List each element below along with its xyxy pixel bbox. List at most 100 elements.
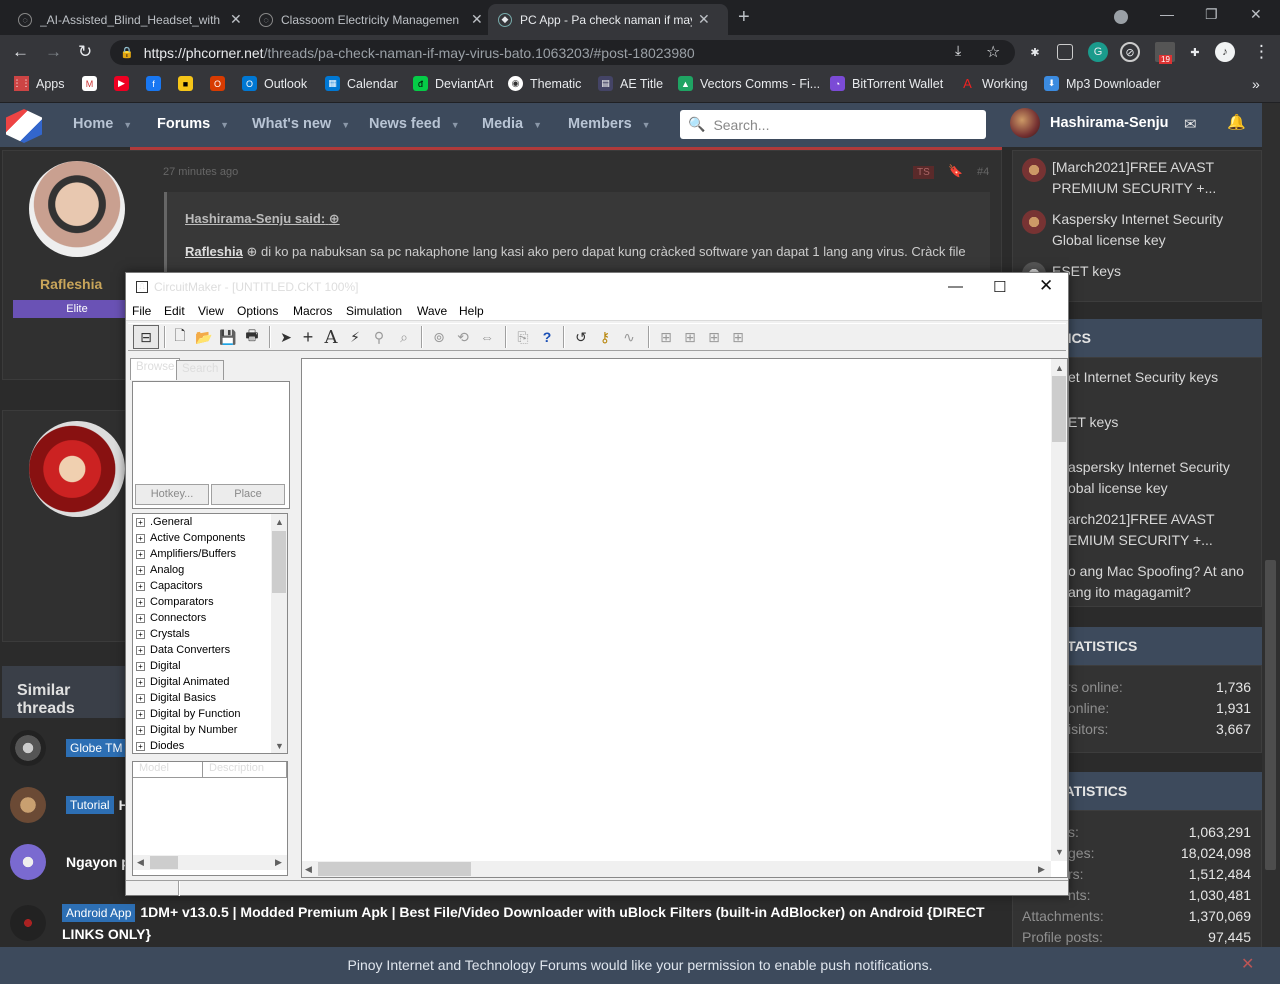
list-item[interactable] <box>10 905 66 941</box>
bookmark-ae-title[interactable]: ▤ AE Title <box>598 76 663 91</box>
expand-plus-icon[interactable]: + <box>136 629 145 639</box>
tree-item[interactable]: + Digital by Number <box>136 724 237 736</box>
layout-4-icon[interactable]: ⊞ <box>728 327 748 347</box>
bookmark-calendar[interactable]: ▦ Calendar <box>325 76 398 91</box>
menu-simulation[interactable]: Simulation <box>346 304 402 318</box>
new-tab-icon[interactable]: + <box>738 6 750 29</box>
column-header-model[interactable]: Model <box>133 762 203 778</box>
scroll-up-icon[interactable]: ▲ <box>1055 363 1064 373</box>
thread-tag[interactable]: Globe TM <box>66 739 127 757</box>
expand-plus-icon[interactable]: + <box>136 661 145 671</box>
tree-item[interactable]: + Connectors <box>136 612 206 624</box>
model-hscrollbar-thumb[interactable] <box>150 856 178 869</box>
waveform-icon[interactable]: ∿ <box>619 327 639 347</box>
address-bar[interactable]: 🔒 https://phcorner.net/threads/pa-check-… <box>110 40 1015 65</box>
probe-icon[interactable]: ⚡ <box>345 327 365 347</box>
list-item[interactable]: Globe TM <box>10 730 131 766</box>
tree-item[interactable]: + Digital <box>136 660 181 672</box>
tree-item[interactable]: + Diodes <box>136 740 184 752</box>
extension-grammarly-icon[interactable]: G <box>1088 42 1108 62</box>
bookmark-bittorrent[interactable]: ◔ BitTorrent Wallet <box>830 76 943 91</box>
quote-author[interactable]: Hashirama-Senju said: ⊕ <box>185 211 340 227</box>
close-tab-icon[interactable]: ✕ <box>230 11 242 28</box>
nav-whats-new[interactable]: What's new ▼ <box>252 116 350 132</box>
close-window-icon[interactable]: ✕ <box>1250 6 1262 23</box>
post-number[interactable]: #4 <box>977 166 989 178</box>
sidebar-thread-link[interactable]: et Internet Security keys <box>1068 367 1248 388</box>
tree-item[interactable]: + Digital Basics <box>136 692 216 704</box>
expand-plus-icon[interactable]: + <box>136 581 145 591</box>
open-folder-icon[interactable]: 📂 <box>194 327 214 347</box>
nav-news-feed[interactable]: News feed ▼ <box>369 116 460 132</box>
expand-plus-icon[interactable]: + <box>136 741 145 751</box>
sidebar-thread-link[interactable]: ESET keys <box>1052 261 1252 282</box>
rotate-icon[interactable]: ⟲ <box>453 327 473 347</box>
nav-members[interactable]: Members ▼ <box>568 116 651 132</box>
menu-help[interactable]: Help <box>459 304 484 318</box>
menu-options[interactable]: Options <box>237 304 278 318</box>
menu-kebab-icon[interactable]: ⋮ <box>1253 42 1270 62</box>
netlist-icon[interactable]: ⎘ <box>513 327 533 347</box>
bookmark-deviantart[interactable]: đ DeviantArt <box>413 76 493 91</box>
arrow-up-circle-icon[interactable]: ⊕ <box>329 211 340 226</box>
bookmark-facebook[interactable]: f <box>146 76 168 91</box>
scroll-up-icon[interactable]: ▲ <box>275 517 284 527</box>
rotate-circle-icon[interactable]: ⊚ <box>429 327 449 347</box>
list-item[interactable]: Ngayon p <box>10 844 130 880</box>
close-icon[interactable]: ✕ <box>1241 954 1254 974</box>
tree-item[interactable]: + Digital by Function <box>136 708 241 720</box>
save-icon[interactable]: 💾 <box>218 327 238 347</box>
post-time[interactable]: 27 minutes ago <box>163 166 238 178</box>
user-menu[interactable]: Hashirama-Senju <box>1010 108 1168 138</box>
extension-block-icon[interactable]: ⊘ <box>1120 42 1140 62</box>
bookmark-youtube[interactable]: ▶ <box>114 76 136 91</box>
scroll-left-icon[interactable]: ◀ <box>305 864 312 875</box>
page-scrollbar-thumb[interactable] <box>1265 560 1276 870</box>
profile-menu-icon[interactable] <box>1114 10 1128 24</box>
forward-arrow-icon[interactable]: → <box>45 42 62 62</box>
close-window-icon[interactable]: ✕ <box>1039 276 1053 296</box>
site-search-input[interactable]: 🔍 Search... <box>680 110 986 139</box>
tree-item[interactable]: + Analog <box>136 564 184 576</box>
expand-plus-icon[interactable]: + <box>136 533 145 543</box>
bookmark-mp3[interactable]: ⬇ Mp3 Downloader <box>1044 76 1161 91</box>
sidebar-thread-link[interactable]: [March2021]FREE AVAST PREMIUM SECURITY +… <box>1052 157 1252 199</box>
tab-browse[interactable]: Browse <box>130 358 181 380</box>
close-tab-icon[interactable]: ✕ <box>698 11 710 28</box>
nav-media[interactable]: Media ▼ <box>482 116 542 132</box>
tree-scrollbar-thumb[interactable] <box>272 531 286 593</box>
sidebar-thread-link[interactable]: ET keys <box>1068 412 1248 433</box>
menu-macros[interactable]: Macros <box>293 304 332 318</box>
circuitmaker-app-icon[interactable]: ⎍ <box>136 281 148 293</box>
print-icon[interactable]: 🖶 <box>242 327 262 347</box>
profile-avatar-icon[interactable]: ♪ <box>1215 42 1235 62</box>
menu-file[interactable]: File <box>132 304 151 318</box>
layout-2-icon[interactable]: ⊞ <box>680 327 700 347</box>
place-button[interactable]: Place <box>211 484 285 505</box>
nav-forums[interactable]: Forums ▼ <box>157 116 229 132</box>
key-icon[interactable]: ⚷ <box>595 327 615 347</box>
expand-plus-icon[interactable]: + <box>136 709 145 719</box>
wand-icon[interactable]: ⚲ <box>369 327 389 347</box>
zoom-icon[interactable]: ⌕ <box>394 327 414 347</box>
browser-tab-1[interactable]: ◌ _AI-Assisted_Blind_Headset_with ✕ <box>8 4 252 35</box>
tab-search[interactable]: Search <box>176 360 225 380</box>
tree-item[interactable]: + Amplifiers/Buffers <box>136 548 236 560</box>
window-title-bar[interactable]: ⎍ CircuitMaker - [UNTITLED.CKT 100%] <box>126 273 1068 301</box>
extensions-puzzle-icon[interactable]: ✚ <box>1185 42 1205 62</box>
expand-plus-icon[interactable]: + <box>136 725 145 735</box>
sidebar-thread-link[interactable]: aspersky Internet Security obal license … <box>1068 457 1248 499</box>
schematic-canvas[interactable] <box>301 358 1068 878</box>
wire-cross-icon[interactable]: + <box>298 327 318 347</box>
bookmark-vectors[interactable]: ▲ Vectors Comms - Fi... <box>678 76 820 91</box>
text-tool-icon[interactable]: A <box>321 327 341 348</box>
scroll-right-icon[interactable]: ▶ <box>1038 864 1045 875</box>
arrow-pointer-icon[interactable]: ➤ <box>276 327 296 347</box>
column-header-description[interactable]: Description <box>203 762 287 778</box>
expand-plus-icon[interactable]: + <box>136 549 145 559</box>
scroll-left-icon[interactable]: ◀ <box>137 857 144 868</box>
bookmark-outlook[interactable]: O Outlook <box>242 76 307 91</box>
expand-plus-icon[interactable]: + <box>136 677 145 687</box>
arrow-up-circle-icon[interactable]: ⊕ <box>246 244 257 259</box>
bookmark-office[interactable]: O <box>210 76 232 91</box>
